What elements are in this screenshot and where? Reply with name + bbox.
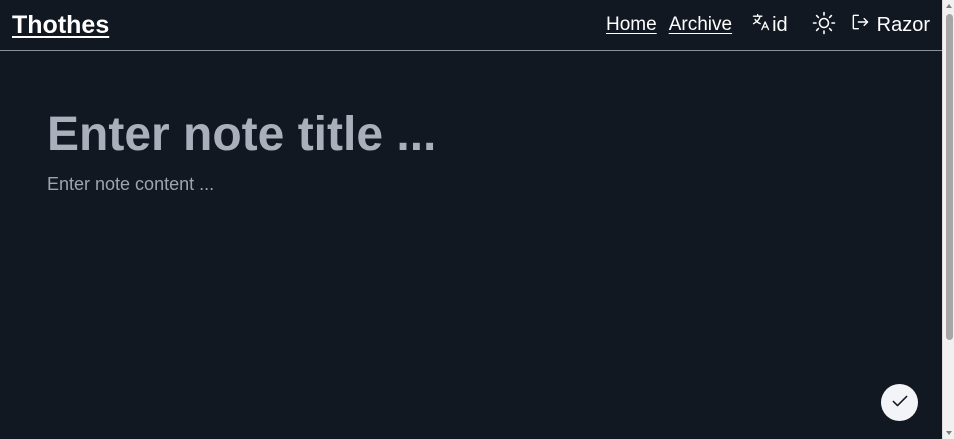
translate-icon — [751, 12, 772, 38]
brand-link[interactable]: Thothes — [12, 11, 109, 40]
sun-icon — [812, 11, 836, 40]
nav-home-link[interactable]: Home — [606, 14, 657, 36]
scroll-down-arrow-icon[interactable] — [946, 431, 952, 435]
logout-button[interactable]: Razor — [850, 12, 930, 38]
app-header: Thothes Home Archive id Razor — [0, 0, 942, 51]
vertical-scrollbar[interactable] — [942, 0, 954, 439]
main-nav: Home Archive id Razor — [606, 11, 930, 40]
language-toggle-button[interactable]: id — [751, 12, 788, 38]
scroll-up-arrow-icon[interactable] — [946, 4, 952, 8]
check-icon — [890, 391, 910, 414]
scrollbar-thumb[interactable] — [946, 14, 953, 340]
language-code: id — [772, 13, 788, 36]
note-content-input[interactable] — [47, 174, 907, 214]
app-page: Thothes Home Archive id Razor Enter note… — [0, 0, 954, 439]
nav-archive-link[interactable]: Archive — [669, 14, 732, 36]
theme-toggle-button[interactable] — [812, 11, 836, 40]
logout-icon — [850, 12, 877, 38]
save-note-button[interactable] — [881, 384, 918, 421]
user-name: Razor — [876, 13, 930, 36]
note-editor — [47, 106, 907, 214]
note-title-input[interactable] — [47, 106, 907, 162]
